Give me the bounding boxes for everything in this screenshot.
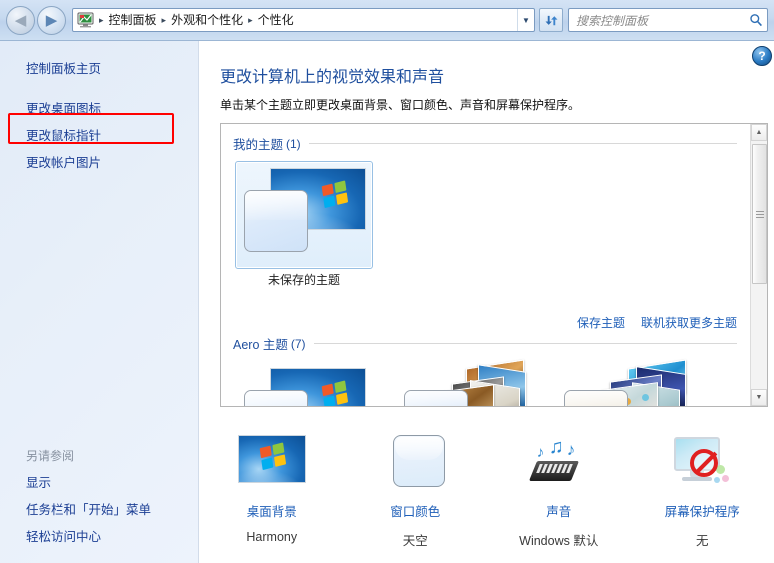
- window-chrome: ◀ ▶ ▼ ▸ 控制面板: [0, 0, 774, 41]
- window-body: 控制面板主页 更改桌面图标 更改鼠标指针 更改帐户图片 另请参阅 显示 任务栏和…: [0, 41, 774, 563]
- theme-links: 保存主题 联机获取更多主题: [577, 314, 737, 331]
- forward-arrow-icon: ▶: [45, 12, 58, 29]
- themes-scroll-content: 我的主题 (1) 未保存的主题 保存主题 联机获取更多主题 Aero 主题 (7…: [221, 124, 751, 406]
- windows-logo-icon: [321, 380, 351, 406]
- section-title: Aero 主题: [233, 338, 288, 352]
- setting-link[interactable]: 窗口颜色: [390, 501, 440, 520]
- setting-desktop-background[interactable]: 桌面背景 Harmony: [200, 421, 344, 561]
- scroll-down-button[interactable]: ▼: [751, 389, 767, 406]
- setting-value: 天空: [402, 534, 428, 548]
- section-count: (1): [286, 136, 301, 151]
- search-icon: [745, 13, 767, 27]
- breadcrumb-item-1[interactable]: 外观和个性化: [167, 9, 247, 31]
- grip-icon: [755, 209, 764, 220]
- refresh-icon: [545, 15, 557, 25]
- scroll-up-button[interactable]: ▲: [751, 124, 767, 141]
- sidebar-item-change-mouse-pointers[interactable]: 更改鼠标指针: [0, 123, 199, 150]
- see-also-group: 另请参阅 显示 任务栏和「开始」菜单 轻松访问中心: [0, 443, 199, 551]
- screensaver-icon: [664, 435, 740, 489]
- sidebar-item-display[interactable]: 显示: [0, 470, 199, 497]
- theme-row-aero: Windows 7: [221, 353, 751, 406]
- back-arrow-icon: ◀: [14, 12, 27, 29]
- address-dropdown-button[interactable]: ▼: [517, 9, 534, 31]
- page-subtitle: 单击某个主题立即更改桌面背景、窗口颜色、声音和屏幕保护程序。: [220, 98, 581, 112]
- themes-scrollbar[interactable]: ▲ ▼: [750, 124, 767, 406]
- get-more-themes-online-link[interactable]: 联机获取更多主题: [641, 314, 737, 331]
- window-color-icon: [377, 435, 453, 489]
- chevron-down-icon: ▼: [522, 15, 530, 25]
- sidebar-item-taskbar-start-menu[interactable]: 任务栏和「开始」菜单: [0, 497, 199, 524]
- content-pane: ? 更改计算机上的视觉效果和声音 单击某个主题立即更改桌面背景、窗口颜色、声音和…: [200, 41, 774, 563]
- themes-list: 我的主题 (1) 未保存的主题 保存主题 联机获取更多主题 Aero 主题 (7…: [220, 123, 768, 407]
- theme-tile-characters[interactable]: 人物: [555, 359, 693, 406]
- theme-tile-unsaved[interactable]: 未保存的主题: [235, 161, 373, 288]
- page-title: 更改计算机上的视觉效果和声音: [220, 69, 445, 86]
- setting-window-color[interactable]: 窗口颜色 天空: [344, 421, 488, 561]
- forward-button[interactable]: ▶: [37, 6, 66, 35]
- theme-window-thumb: [244, 190, 308, 252]
- sidebar-item-change-desktop-icons[interactable]: 更改桌面图标: [0, 96, 199, 123]
- save-theme-link[interactable]: 保存主题: [577, 314, 625, 331]
- desktop-background-icon: [234, 435, 310, 489]
- breadcrumb: ▸ 控制面板 ▸ 外观和个性化 ▸ 个性化: [98, 9, 517, 31]
- theme-tile-architecture[interactable]: 建筑: [395, 359, 533, 406]
- theme-row-my-themes: 未保存的主题: [221, 153, 751, 288]
- sound-icon: ♪ ♫ ♪: [521, 435, 597, 489]
- breadcrumb-item-2[interactable]: 个性化: [254, 9, 298, 31]
- theme-window-thumb: [244, 390, 308, 406]
- personalization-window: ◀ ▶ ▼ ▸ 控制面板: [0, 0, 774, 563]
- setting-value: 无: [695, 534, 709, 548]
- theme-thumbnail-frame: [235, 161, 373, 269]
- setting-value: Windows 默认: [519, 534, 599, 548]
- personalization-settings-row: 桌面背景 Harmony 窗口颜色 天空 ♪ ♫ ♪ 声音 Windows 默认…: [200, 421, 774, 561]
- theme-tile-windows7[interactable]: Windows 7: [235, 361, 373, 406]
- setting-link[interactable]: 声音: [546, 501, 571, 520]
- theme-thumbnail-frame: [235, 361, 373, 406]
- section-rule: [313, 343, 737, 344]
- theme-thumbnail-frame: [555, 359, 693, 406]
- theme-window-thumb: [564, 390, 628, 406]
- setting-screen-saver[interactable]: 屏幕保护程序 无: [631, 421, 774, 561]
- triangle-down-icon: ▼: [755, 394, 763, 401]
- breadcrumb-item-0[interactable]: 控制面板: [105, 9, 161, 31]
- setting-value: Harmony: [246, 530, 298, 544]
- theme-window-thumb: [404, 390, 468, 406]
- help-glyph: ?: [758, 49, 766, 63]
- setting-link[interactable]: 屏幕保护程序: [665, 501, 740, 520]
- section-header-my-themes: 我的主题 (1): [221, 124, 751, 153]
- help-icon[interactable]: ?: [752, 46, 772, 66]
- section-rule: [308, 143, 737, 144]
- scrollbar-thumb[interactable]: [752, 144, 767, 284]
- search-input[interactable]: 搜索控制面板: [569, 12, 745, 29]
- section-count: (7): [290, 336, 306, 351]
- sidebar-item-ease-of-access-center[interactable]: 轻松访问中心: [0, 524, 199, 551]
- setting-sounds[interactable]: ♪ ♫ ♪ 声音 Windows 默认: [487, 421, 631, 561]
- address-bar[interactable]: ▸ 控制面板 ▸ 外观和个性化 ▸ 个性化 ▼: [72, 8, 535, 32]
- theme-label: 未保存的主题: [267, 273, 340, 287]
- triangle-up-icon: ▲: [755, 129, 763, 136]
- section-title: 我的主题: [233, 138, 284, 152]
- back-button[interactable]: ◀: [6, 6, 35, 35]
- sidebar-item-control-panel-home[interactable]: 控制面板主页: [0, 56, 199, 83]
- setting-link[interactable]: 桌面背景: [247, 501, 297, 520]
- sidebar: 控制面板主页 更改桌面图标 更改鼠标指针 更改帐户图片 另请参阅 显示 任务栏和…: [0, 41, 199, 563]
- display-icon: [76, 12, 96, 28]
- sidebar-item-change-account-picture[interactable]: 更改帐户图片: [0, 150, 199, 177]
- see-also-header: 另请参阅: [26, 449, 75, 463]
- theme-thumbnail-frame: [395, 359, 533, 406]
- search-box[interactable]: 搜索控制面板: [568, 8, 768, 32]
- refresh-button[interactable]: [539, 8, 563, 32]
